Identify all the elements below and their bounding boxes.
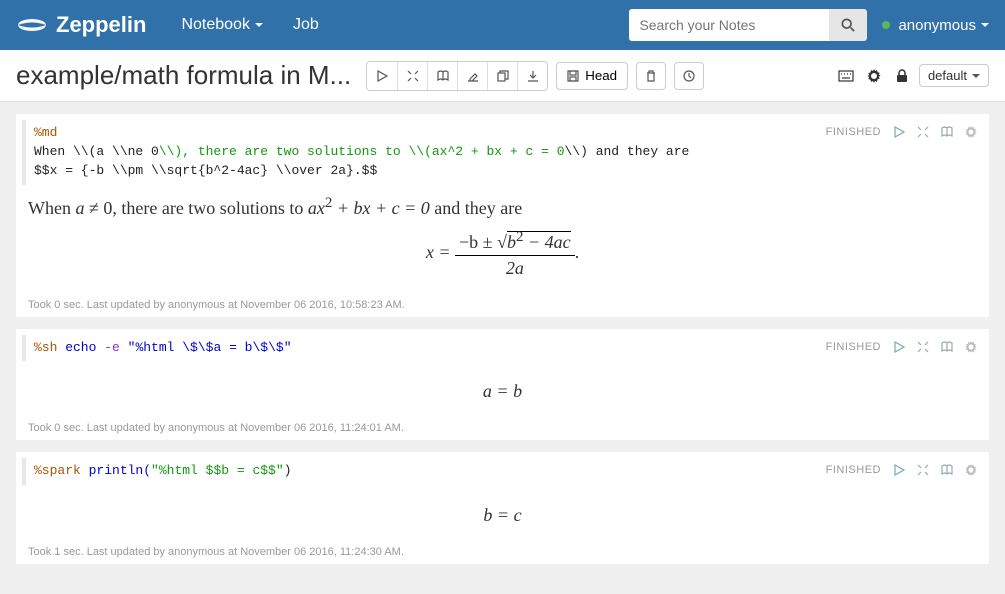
paragraph-controls: FINISHED bbox=[826, 120, 983, 142]
caret-down-icon bbox=[255, 23, 263, 27]
play-icon bbox=[893, 341, 905, 353]
hide-editor-button[interactable] bbox=[913, 337, 933, 357]
hide-output-button[interactable] bbox=[937, 122, 957, 142]
paragraph-output: b = c bbox=[22, 485, 983, 542]
paragraph-output: a = b bbox=[22, 361, 983, 418]
download-icon bbox=[527, 70, 539, 82]
export-note-button[interactable] bbox=[517, 62, 547, 90]
math-formula: b = c bbox=[28, 505, 977, 526]
paragraphs-container: %md When \\(a \\ne 0\\), there are two s… bbox=[0, 102, 1005, 588]
hide-output-button[interactable] bbox=[937, 460, 957, 480]
paragraph-footer: Took 0 sec. Last updated by anonymous at… bbox=[22, 295, 983, 315]
lock-icon bbox=[896, 69, 908, 83]
paragraph-settings-button[interactable] bbox=[961, 122, 981, 142]
run-all-button[interactable] bbox=[367, 62, 397, 90]
math-formula: x = −b ± √b2 − 4ac 2a . bbox=[28, 229, 977, 279]
interpreter-binding-button[interactable] bbox=[863, 65, 885, 87]
gear-icon bbox=[965, 126, 977, 138]
paragraph-controls: FINISHED bbox=[826, 458, 983, 480]
collapse-icon bbox=[917, 464, 929, 476]
math-formula: a = b bbox=[28, 381, 977, 402]
play-icon bbox=[893, 464, 905, 476]
brand[interactable]: Zeppelin bbox=[16, 12, 146, 38]
book-icon bbox=[941, 341, 953, 353]
book-icon bbox=[941, 464, 953, 476]
copy-icon bbox=[497, 70, 509, 82]
keyboard-shortcuts-button[interactable] bbox=[835, 65, 857, 87]
eraser-icon bbox=[467, 70, 479, 82]
caret-down-icon bbox=[981, 23, 989, 27]
search-icon bbox=[841, 18, 855, 32]
collapse-icon bbox=[917, 341, 929, 353]
code-editor[interactable]: %spark println("%html $$b = c$$") bbox=[22, 458, 826, 485]
run-paragraph-button[interactable] bbox=[889, 122, 909, 142]
paragraph: %sh echo -e "%html \$\$a = b\$\$" FINISH… bbox=[16, 329, 989, 441]
search-input[interactable] bbox=[629, 9, 829, 41]
looknfeel-select[interactable]: default bbox=[919, 64, 989, 87]
clear-output-button[interactable] bbox=[457, 62, 487, 90]
gear-icon bbox=[965, 464, 977, 476]
user-name: anonymous bbox=[898, 17, 976, 34]
trash-icon bbox=[645, 70, 657, 82]
status-dot-icon bbox=[882, 21, 890, 29]
paragraph: %spark println("%html $$b = c$$") FINISH… bbox=[16, 452, 989, 564]
status-label: FINISHED bbox=[826, 341, 881, 353]
nav-notebook[interactable]: Notebook bbox=[166, 16, 278, 34]
code-editor[interactable]: %md When \\(a \\ne 0\\), there are two s… bbox=[22, 120, 826, 185]
caret-down-icon bbox=[972, 74, 980, 78]
note-title[interactable]: example/math formula in M... bbox=[16, 60, 351, 91]
version-control-button[interactable]: Head bbox=[556, 62, 628, 90]
paragraph-footer: Took 0 sec. Last updated by anonymous at… bbox=[22, 418, 983, 438]
paragraph-settings-button[interactable] bbox=[961, 337, 981, 357]
note-right-actions: default bbox=[835, 64, 989, 87]
code-editor[interactable]: %sh echo -e "%html \$\$a = b\$\$" bbox=[22, 335, 826, 362]
book-icon bbox=[437, 70, 449, 82]
status-label: FINISHED bbox=[826, 464, 881, 476]
collapse-icon bbox=[917, 126, 929, 138]
paragraph: %md When \\(a \\ne 0\\), there are two s… bbox=[16, 114, 989, 317]
nav-job[interactable]: Job bbox=[278, 16, 334, 34]
keyboard-icon bbox=[838, 70, 854, 82]
status-label: FINISHED bbox=[826, 126, 881, 138]
nav-notebook-label: Notebook bbox=[181, 16, 250, 34]
paragraph-controls: FINISHED bbox=[826, 335, 983, 357]
nav-job-label: Job bbox=[293, 16, 319, 34]
scheduler-button[interactable] bbox=[674, 62, 704, 90]
search-form bbox=[629, 9, 867, 41]
head-label: Head bbox=[585, 68, 617, 83]
top-navbar: Zeppelin Notebook Job anonymous bbox=[0, 0, 1005, 50]
book-icon bbox=[941, 126, 953, 138]
hide-editor-button[interactable] bbox=[913, 460, 933, 480]
gear-icon bbox=[965, 341, 977, 353]
paragraph-settings-button[interactable] bbox=[961, 460, 981, 480]
clone-note-button[interactable] bbox=[487, 62, 517, 90]
brand-text: Zeppelin bbox=[56, 12, 146, 38]
run-btn-group bbox=[366, 61, 548, 91]
collapse-icon bbox=[407, 70, 419, 82]
clock-icon bbox=[683, 70, 695, 82]
paragraph-footer: Took 1 sec. Last updated by anonymous at… bbox=[22, 542, 983, 562]
note-action-bar: example/math formula in M... Head defaul… bbox=[0, 50, 1005, 102]
looknfeel-label: default bbox=[928, 68, 967, 83]
show-hide-output-button[interactable] bbox=[427, 62, 457, 90]
user-menu[interactable]: anonymous bbox=[882, 17, 989, 34]
search-button[interactable] bbox=[829, 9, 867, 41]
gear-icon bbox=[867, 69, 881, 83]
permissions-button[interactable] bbox=[891, 65, 913, 87]
play-icon bbox=[893, 126, 905, 138]
paragraph-output: When a ≠ 0, there are two solutions to a… bbox=[22, 185, 983, 295]
save-icon bbox=[567, 70, 579, 82]
delete-note-button[interactable] bbox=[636, 62, 666, 90]
show-hide-code-button[interactable] bbox=[397, 62, 427, 90]
run-paragraph-button[interactable] bbox=[889, 460, 909, 480]
hide-editor-button[interactable] bbox=[913, 122, 933, 142]
run-paragraph-button[interactable] bbox=[889, 337, 909, 357]
play-icon bbox=[376, 70, 388, 82]
zeppelin-logo-icon bbox=[16, 14, 48, 36]
hide-output-button[interactable] bbox=[937, 337, 957, 357]
